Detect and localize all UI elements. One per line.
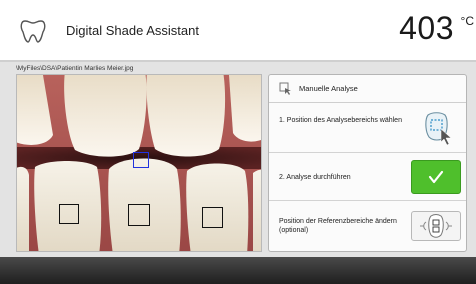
reference-tooth-icon[interactable] bbox=[411, 211, 461, 241]
step-perform-analysis: 2. Analyse durchführen bbox=[269, 153, 466, 201]
app-title: Digital Shade Assistant bbox=[66, 23, 199, 38]
file-path: \MyFiles\DSA\Patientin Marlies Meier.jpg bbox=[16, 65, 134, 72]
check-icon[interactable] bbox=[411, 160, 461, 194]
step-label: 1. Position des Analysebereichs wählen bbox=[279, 117, 402, 124]
step-select-area: 1. Position des Analysebereichs wählen bbox=[269, 103, 466, 153]
tooth-icon[interactable] bbox=[16, 13, 50, 47]
manual-analysis-panel: Manuelle Analyse 1. Position des Analyse… bbox=[268, 74, 467, 252]
panel-header: Manuelle Analyse bbox=[269, 75, 466, 103]
reference-area-marker-right[interactable] bbox=[202, 207, 223, 228]
temperature-value: 403 bbox=[399, 10, 454, 46]
bottom-bar bbox=[0, 257, 476, 284]
hand-pointer-icon bbox=[279, 82, 293, 96]
header-bar: Digital Shade Assistant 403 °C bbox=[0, 0, 476, 62]
panel-title: Manuelle Analyse bbox=[299, 84, 358, 93]
reference-area-marker-center[interactable] bbox=[128, 204, 150, 226]
reference-area-marker-left[interactable] bbox=[59, 204, 79, 224]
step-label: 2. Analyse durchführen bbox=[279, 174, 351, 181]
temperature-unit: °C bbox=[460, 14, 474, 28]
step-change-reference: Position der Referenzbereiche ändern (op… bbox=[269, 201, 466, 251]
dental-photo[interactable] bbox=[16, 74, 262, 252]
step-label: Position der Referenzbereiche ändern (op… bbox=[279, 218, 397, 234]
tooth-select-icon[interactable] bbox=[411, 109, 461, 147]
analysis-area-marker[interactable] bbox=[133, 152, 149, 168]
